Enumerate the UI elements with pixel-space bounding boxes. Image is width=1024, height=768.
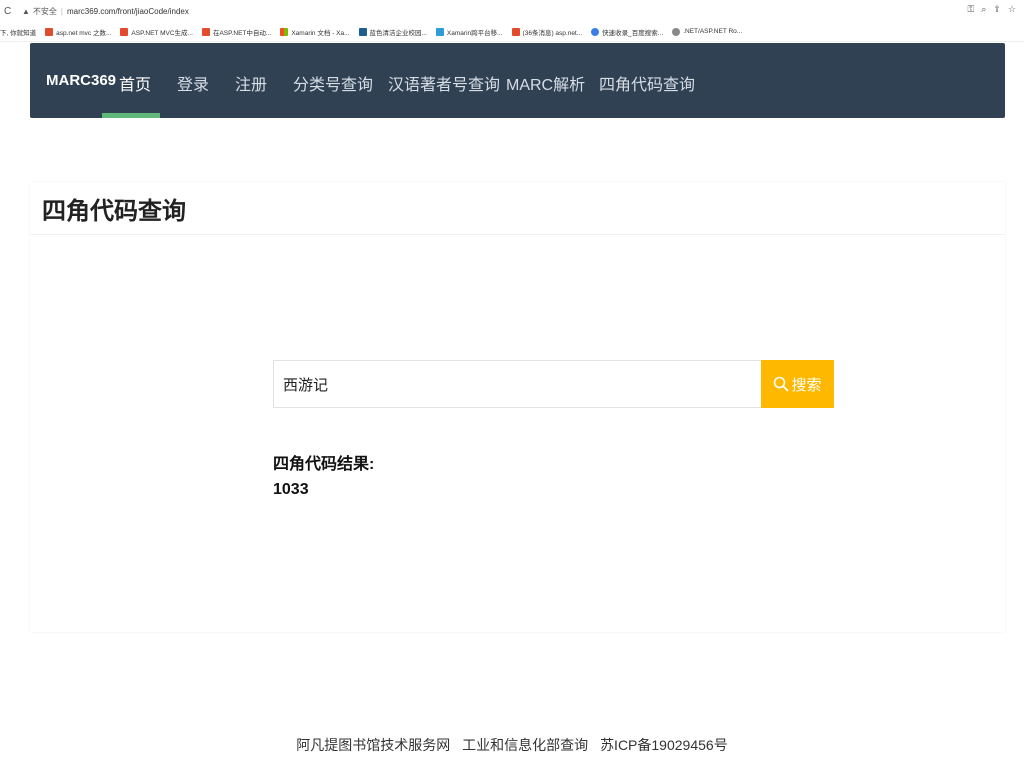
csdn-icon bbox=[511, 27, 520, 36]
blog-icon bbox=[120, 27, 129, 36]
zoom-icon[interactable]: ⌕ bbox=[981, 4, 986, 15]
bookmark-label: 在ASP.NET中自动... bbox=[212, 29, 272, 37]
nav-item-four-corner-query[interactable]: 四角代码查询 bbox=[599, 71, 695, 95]
bookmark-label: 下, 你就知道 bbox=[0, 29, 37, 37]
microsoft-icon bbox=[280, 27, 289, 36]
search-button-label: 搜索 bbox=[791, 376, 822, 394]
bookmark-item[interactable]: Xamarin跨平台移... bbox=[435, 27, 503, 37]
nav-item-register[interactable]: 注册 bbox=[235, 71, 267, 95]
key-icon[interactable]: ⚿ bbox=[967, 4, 974, 15]
site-brand[interactable]: MARC369 bbox=[46, 72, 116, 89]
csdn-icon bbox=[45, 27, 54, 36]
security-label[interactable]: 不安全 bbox=[33, 6, 57, 17]
share-icon[interactable]: ⇪ bbox=[993, 4, 1001, 15]
footer-link-miit[interactable]: 工业和信息化部查询 bbox=[462, 737, 588, 753]
site-icon bbox=[358, 27, 367, 36]
csdn-icon bbox=[201, 27, 210, 36]
result-value: 1033 bbox=[273, 481, 309, 498]
warning-icon[interactable]: ▲ bbox=[22, 7, 30, 16]
nav-item-marc-parse[interactable]: MARC解析 bbox=[506, 71, 585, 95]
bookmark-label: asp.net mvc 之数... bbox=[56, 29, 112, 37]
bookmark-label: 蓝色清洁企业校园... bbox=[369, 29, 427, 37]
browser-address-bar: C ▲ 不安全 | marc369.com/front/jiaoCode/ind… bbox=[0, 0, 1024, 22]
active-nav-indicator bbox=[102, 113, 160, 118]
reload-icon[interactable]: C bbox=[4, 6, 16, 17]
bookmark-item[interactable]: 快速收录_百度搜索... bbox=[591, 27, 663, 37]
bookmark-label: .NET/ASP.NET Ro... bbox=[683, 28, 743, 35]
bookmark-item[interactable]: 下, 你就知道 bbox=[0, 27, 36, 37]
bookmark-label: 快速收录_百度搜索... bbox=[602, 29, 664, 37]
bookmark-label: (36条消息) asp.net... bbox=[522, 29, 583, 37]
bookmark-item[interactable]: (36条消息) asp.net... bbox=[511, 27, 583, 37]
page-title: 四角代码查询 bbox=[42, 197, 186, 225]
bookmark-item[interactable]: 在ASP.NET中自动... bbox=[201, 27, 272, 37]
nav-item-login[interactable]: 登录 bbox=[177, 71, 209, 95]
bookmark-label: Xamarin 文档 - Xa... bbox=[291, 29, 350, 37]
result-label: 四角代码结果: bbox=[273, 456, 375, 473]
github-icon bbox=[672, 27, 681, 36]
page-footer: 阿凡提图书馆技术服务网 工业和信息化部查询 苏ICP备19029456号 bbox=[0, 735, 1024, 755]
footer-link-icp[interactable]: 苏ICP备19029456号 bbox=[600, 737, 728, 753]
bookmark-label: ASP.NET MVC生成... bbox=[131, 29, 193, 37]
bookmark-item[interactable]: Xamarin 文档 - Xa... bbox=[280, 27, 350, 37]
bookmark-item[interactable]: .NET/ASP.NET Ro... bbox=[672, 27, 743, 36]
search-input[interactable] bbox=[273, 360, 762, 408]
cnblogs-icon bbox=[435, 27, 444, 36]
search-icon bbox=[774, 376, 789, 392]
bookmark-item[interactable]: asp.net mvc 之数... bbox=[45, 27, 111, 37]
top-navbar: MARC369 首页 登录 注册 分类号查询 汉语著者号查询 MARC解析 四角… bbox=[30, 43, 1005, 118]
nav-item-author-number-query[interactable]: 汉语著者号查询 bbox=[388, 71, 500, 95]
bookmark-label: Xamarin跨平台移... bbox=[446, 29, 503, 37]
nav-item-classification-query[interactable]: 分类号查询 bbox=[293, 71, 373, 95]
url-text[interactable]: marc369.com/front/jiaoCode/index bbox=[67, 7, 189, 16]
bookmark-item[interactable]: ASP.NET MVC生成... bbox=[120, 27, 193, 37]
baidu-icon bbox=[591, 27, 600, 36]
search-button[interactable]: 搜索 bbox=[761, 360, 834, 408]
footer-link-site[interactable]: 阿凡提图书馆技术服务网 bbox=[296, 737, 450, 753]
nav-item-home[interactable]: 首页 bbox=[119, 71, 151, 95]
bookmark-star-icon[interactable]: ☆ bbox=[1008, 4, 1016, 15]
bookmark-item[interactable]: 蓝色清洁企业校园... bbox=[358, 27, 427, 37]
panel-header: 四角代码查询 bbox=[30, 182, 1005, 235]
url-separator: | bbox=[60, 6, 63, 16]
bookmarks-bar: 下, 你就知道 asp.net mvc 之数... ASP.NET MVC生成.… bbox=[0, 22, 1024, 42]
browser-toolbar-icons: ⚿ ⌕ ⇪ ☆ bbox=[967, 4, 1016, 15]
